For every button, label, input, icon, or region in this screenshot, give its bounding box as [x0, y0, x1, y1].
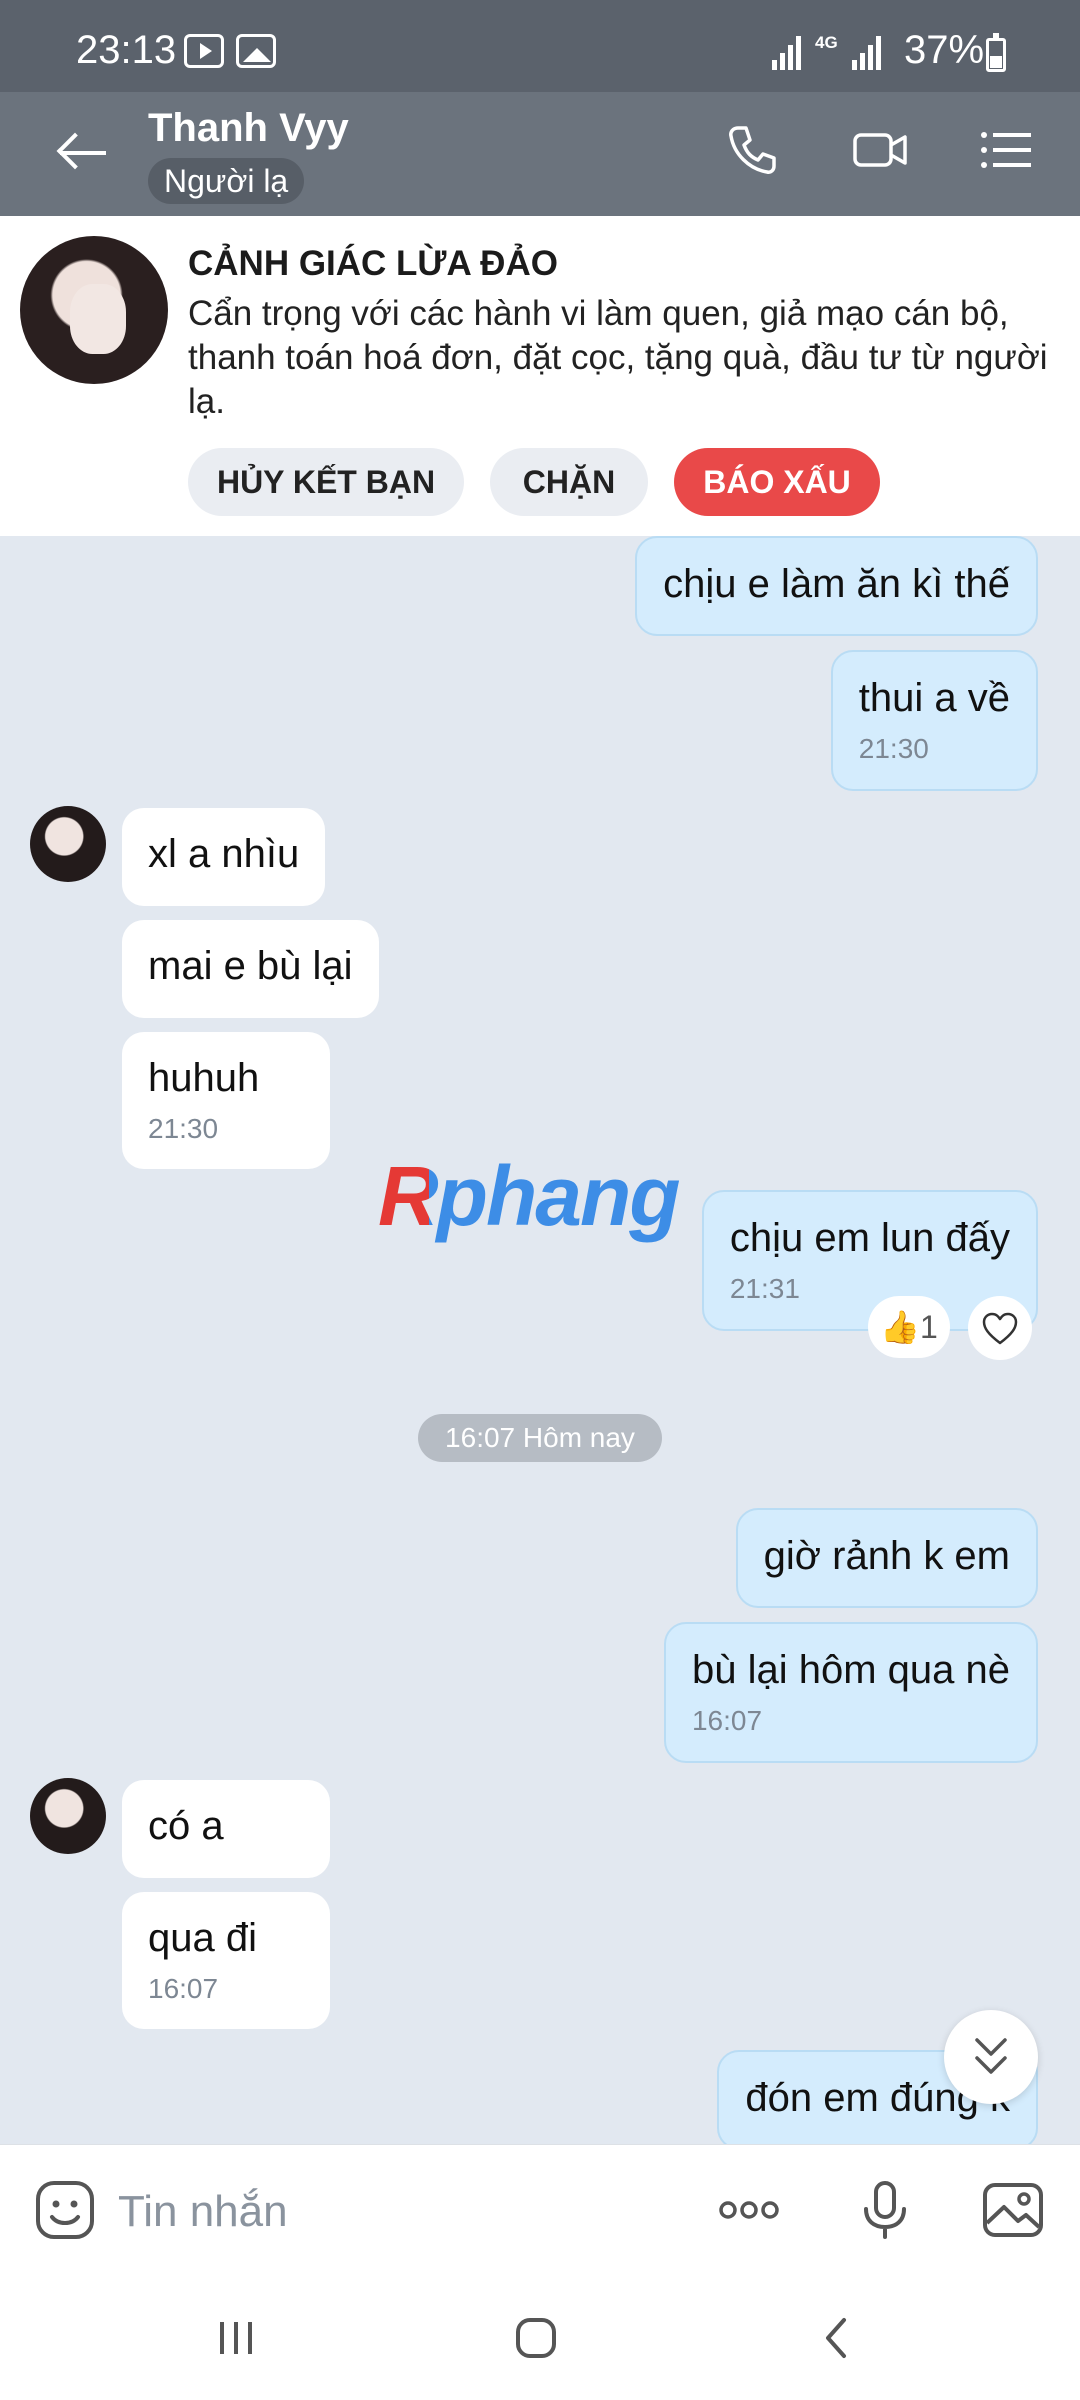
date-divider: 16:07 Hôm nay [418, 1414, 662, 1462]
home-icon[interactable] [506, 2308, 566, 2368]
back-arrow-icon[interactable] [56, 128, 110, 178]
back-chevron-icon[interactable] [808, 2308, 868, 2368]
message-time: 21:30 [858, 733, 929, 764]
recent-apps-icon[interactable] [206, 2308, 266, 2368]
message-time: 16:07 [691, 1705, 763, 1736]
message-text: xl a nhìu [148, 832, 300, 876]
message-text: có a [148, 1804, 224, 1848]
received-message[interactable]: mai e bù lại [122, 920, 379, 1018]
status-bar: 23:13 4G 37% [0, 0, 1080, 92]
battery-percent: 37% [904, 28, 985, 72]
watermark: Rphang [378, 1149, 681, 1243]
stranger-badge: Người lạ [148, 158, 305, 204]
sent-message[interactable]: giờ rảnh k em [735, 1508, 1038, 1608]
system-nav-bar [0, 2278, 1080, 2400]
message-input-bar [0, 2144, 1080, 2278]
message-input[interactable] [118, 2181, 678, 2243]
message-text: qua đi [148, 1916, 257, 1960]
message-text: mai e bù lại [148, 944, 353, 988]
warning-text: Cẩn trọng với các hành vi làm quen, giả … [188, 294, 1048, 421]
signal-icon [852, 36, 884, 70]
received-message[interactable]: có a [122, 1780, 330, 1878]
double-chevron-down-icon [975, 2038, 1007, 2074]
unfriend-button[interactable]: HỦY KẾT BẠN [188, 448, 464, 516]
sent-message[interactable]: bù lại hôm qua nè 16:07 [663, 1622, 1038, 1763]
scroll-to-bottom-button[interactable] [944, 2010, 1038, 2104]
menu-list-icon[interactable] [976, 120, 1036, 180]
message-text: chịu e làm ăn kì thế [663, 562, 1010, 606]
sent-message[interactable]: thui a về 21:30 [830, 650, 1038, 791]
message-time: 21:31 [729, 1273, 800, 1304]
battery-icon [986, 33, 1006, 72]
contact-avatar[interactable] [30, 806, 106, 882]
message-text: bù lại hôm qua nè [691, 1648, 1010, 1692]
chat-header: Thanh Vyy Người lạ [0, 92, 1080, 216]
status-time: 23:13 [76, 28, 177, 72]
message-text: huhuh [148, 1056, 260, 1100]
block-button[interactable]: CHẶN [490, 448, 648, 516]
contact-avatar[interactable] [20, 236, 168, 384]
gallery-notification-icon [236, 34, 276, 68]
network-type: 4G [815, 33, 838, 52]
signal-icon [772, 36, 804, 70]
image-gallery-icon[interactable] [980, 2177, 1046, 2243]
message-text: giờ rảnh k em [763, 1534, 1010, 1578]
contact-avatar[interactable] [30, 1778, 106, 1854]
received-message[interactable]: huhuh 21:30 [122, 1032, 330, 1169]
emoji-sticker-icon[interactable] [32, 2177, 98, 2243]
received-message[interactable]: qua đi 16:07 [122, 1892, 330, 2029]
received-message[interactable]: xl a nhìu [122, 808, 326, 906]
more-options-icon[interactable] [716, 2177, 782, 2243]
warning-title: CẢNH GIÁC LỪA ĐẢO [188, 244, 558, 283]
message-text: chịu em lun đấy [729, 1216, 1010, 1260]
message-text: thui a về [858, 676, 1010, 720]
microphone-icon[interactable] [852, 2177, 918, 2243]
heart-icon[interactable] [968, 1296, 1032, 1360]
video-notification-icon [184, 34, 224, 68]
sent-message[interactable]: chịu e làm ăn kì thế [635, 536, 1038, 636]
message-time: 21:30 [148, 1113, 219, 1144]
report-button[interactable]: BÁO XẤU [674, 448, 880, 516]
phone-call-icon[interactable] [722, 120, 782, 180]
reaction-badge[interactable]: 👍1 [868, 1296, 950, 1358]
message-time: 16:07 [148, 1973, 219, 2004]
scam-warning-card: CẢNH GIÁC LỪA ĐẢO Cẩn trọng với các hành… [0, 216, 1080, 536]
video-call-icon[interactable] [850, 120, 910, 180]
contact-name[interactable]: Thanh Vyy [148, 106, 349, 151]
